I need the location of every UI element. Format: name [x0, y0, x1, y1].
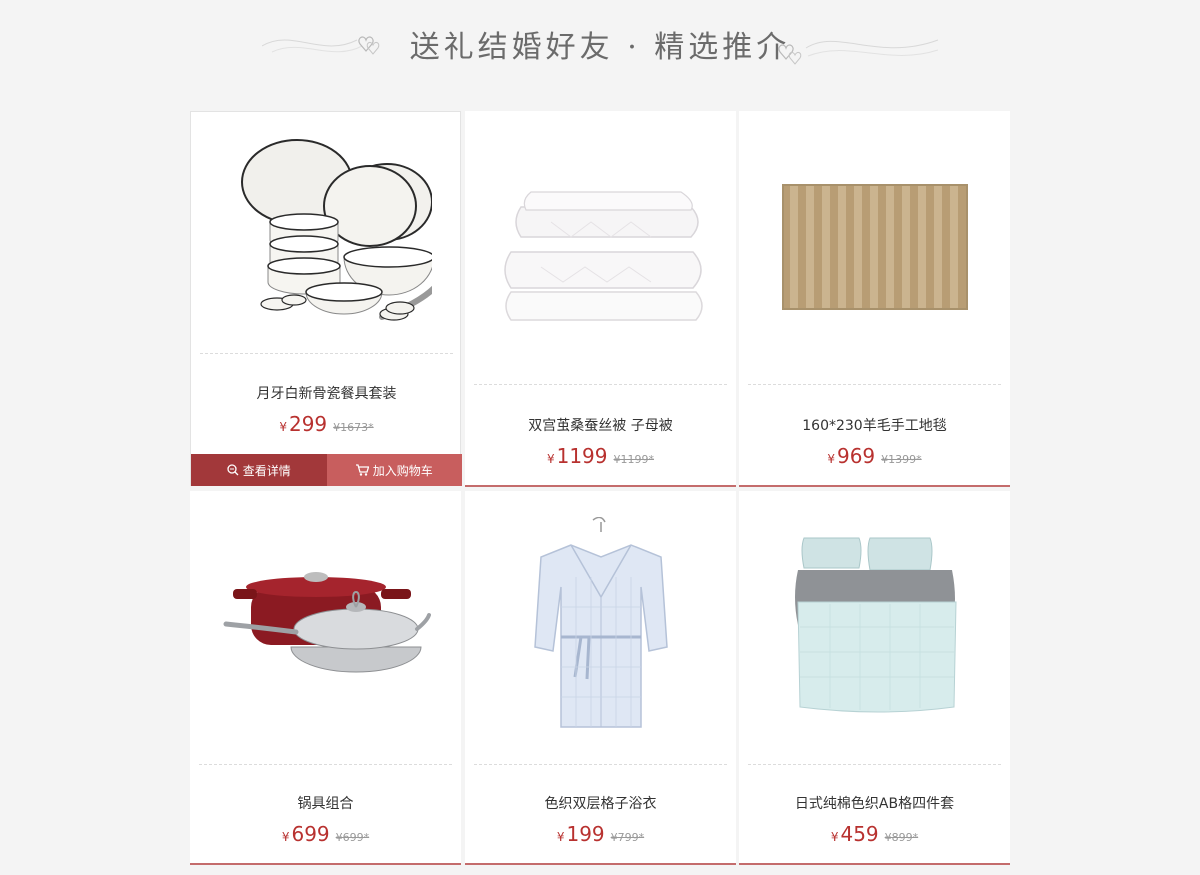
product-price: 1199	[556, 444, 608, 468]
bathrobe-image[interactable]	[465, 491, 736, 763]
product-card[interactable]: 160*230羊毛手工地毯 ¥969 ¥1399*	[739, 111, 1010, 487]
add-to-cart-button[interactable]: 加入购物车	[326, 454, 462, 486]
original-price: ¥799*	[610, 831, 645, 844]
currency-symbol: ¥	[556, 830, 565, 844]
product-card[interactable]: 色织双层格子浴衣 ¥199 ¥799*	[465, 491, 736, 865]
silk-quilt-image[interactable]	[465, 111, 736, 383]
price-row: ¥1199 ¥1199*	[465, 444, 736, 468]
heart-flourish-right-icon	[778, 39, 939, 65]
currency-symbol: ¥	[281, 830, 290, 844]
original-price: ¥699*	[335, 831, 370, 844]
product-price: 299	[288, 412, 328, 436]
product-price: 459	[840, 822, 879, 846]
product-card[interactable]: 月牙白新骨瓷餐具套装 ¥299 ¥1673* 查看详情 加入购物车	[190, 111, 462, 486]
cart-icon	[355, 464, 369, 476]
product-price: 199	[566, 822, 605, 846]
currency-symbol: ¥	[546, 452, 555, 466]
currency-symbol: ¥	[827, 452, 835, 466]
card-divider	[474, 384, 727, 385]
price-row: ¥969 ¥1399*	[739, 444, 1010, 468]
price-row: ¥699 ¥699*	[190, 822, 461, 846]
product-price: 699	[291, 822, 330, 846]
price-row: ¥299 ¥1673*	[191, 412, 462, 436]
page-title: 送礼结婚好友 · 精选推介	[409, 30, 791, 65]
card-divider	[199, 764, 452, 765]
section-header: 送礼结婚好友 · 精选推介	[0, 0, 1200, 95]
product-price: 969	[836, 444, 876, 468]
original-price: ¥1399*	[881, 453, 922, 466]
product-name[interactable]: 月牙白新骨瓷餐具套装	[191, 383, 462, 403]
price-row: ¥459 ¥899*	[739, 822, 1010, 846]
original-price: ¥899*	[884, 831, 919, 844]
product-card[interactable]: 锅具组合 ¥699 ¥699*	[190, 491, 461, 865]
card-divider	[748, 764, 1001, 765]
dinnerware-image[interactable]	[191, 112, 462, 352]
product-name[interactable]: 日式纯棉色织AB格四件套	[739, 793, 1010, 813]
view-details-label: 查看详情	[242, 463, 291, 478]
bedding-set-image[interactable]	[739, 491, 1010, 763]
product-card[interactable]: 日式纯棉色织AB格四件套 ¥459 ¥899*	[739, 491, 1010, 865]
product-name[interactable]: 双宫茧桑蚕丝被 子母被	[465, 415, 736, 435]
currency-symbol: ¥	[830, 830, 839, 844]
product-name[interactable]: 色织双层格子浴衣	[465, 793, 736, 813]
wool-rug-image[interactable]	[739, 111, 1010, 383]
view-details-button[interactable]: 查看详情	[191, 454, 327, 486]
magnifier-icon	[227, 464, 239, 476]
original-price: ¥1199*	[613, 453, 655, 466]
add-to-cart-label: 加入购物车	[372, 463, 433, 478]
original-price: ¥1673*	[333, 421, 374, 434]
product-name[interactable]: 锅具组合	[190, 793, 461, 813]
card-actions: 查看详情 加入购物车	[191, 454, 462, 486]
currency-symbol: ¥	[279, 420, 287, 434]
card-divider	[200, 353, 453, 354]
product-name[interactable]: 160*230羊毛手工地毯	[739, 415, 1010, 435]
cookware-image[interactable]	[190, 491, 461, 763]
product-card[interactable]: 双宫茧桑蚕丝被 子母被 ¥1199 ¥1199*	[465, 111, 736, 487]
card-divider	[474, 764, 727, 765]
price-row: ¥199 ¥799*	[465, 822, 736, 846]
card-divider	[748, 384, 1001, 385]
